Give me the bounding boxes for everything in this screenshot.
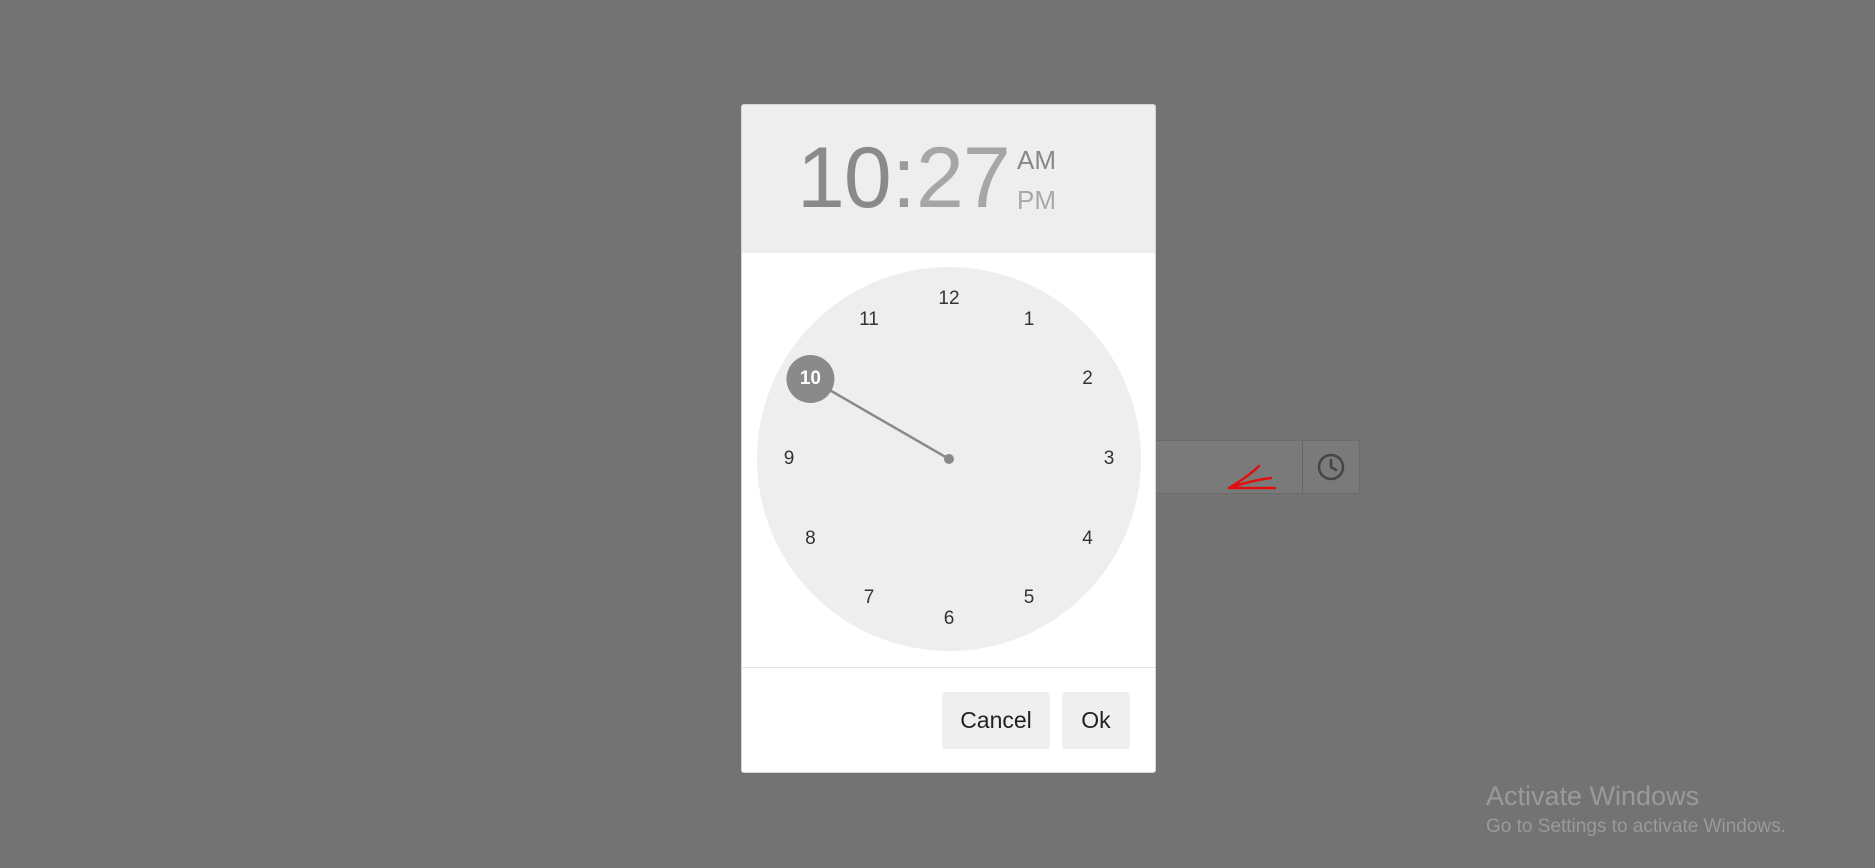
- clock-center-dot: [944, 454, 954, 464]
- minute-display[interactable]: 27: [916, 135, 1011, 221]
- clock-hour-2[interactable]: 2: [1068, 364, 1108, 394]
- am-toggle[interactable]: AM: [1017, 147, 1056, 173]
- watermark-subtitle: Go to Settings to activate Windows.: [1486, 816, 1786, 838]
- pm-toggle[interactable]: PM: [1017, 187, 1056, 213]
- clock-dial[interactable]: 12 1 2 3 4 5 6 7 8 9 10 11: [757, 267, 1141, 651]
- activate-windows-watermark: Activate Windows Go to Settings to activ…: [1486, 780, 1786, 841]
- clock-hour-5[interactable]: 5: [1009, 583, 1049, 613]
- time-display-header: 10 : 27 AM PM: [742, 105, 1155, 253]
- clock-hour-10[interactable]: 10: [790, 364, 830, 394]
- clock-hour-7[interactable]: 7: [849, 583, 889, 613]
- watermark-title: Activate Windows: [1486, 781, 1700, 811]
- clock-hour-12[interactable]: 12: [929, 284, 969, 314]
- time-separator: :: [892, 130, 916, 226]
- footer-divider: [742, 667, 1155, 668]
- clock-hour-9[interactable]: 9: [769, 444, 809, 474]
- clock-dial-graphic: [757, 267, 1141, 651]
- cancel-button[interactable]: Cancel: [942, 692, 1050, 749]
- hour-display[interactable]: 10: [797, 135, 892, 221]
- clock-hour-1[interactable]: 1: [1009, 305, 1049, 335]
- clock-hour-8[interactable]: 8: [790, 524, 830, 554]
- ok-button[interactable]: Ok: [1062, 692, 1130, 749]
- clock-icon: [1317, 453, 1345, 481]
- annotation-arrow-icon: [1227, 464, 1277, 490]
- clock-hour-3[interactable]: 3: [1089, 444, 1129, 474]
- time-picker-dialog: 10 : 27 AM PM 12 1 2 3 4 5 6 7 8 9 10 11 Cancel Ok: [741, 104, 1156, 773]
- clock-hour-11[interactable]: 11: [849, 305, 889, 335]
- clock-hour-4[interactable]: 4: [1068, 524, 1108, 554]
- clock-picker-button[interactable]: [1302, 441, 1359, 493]
- clock-hour-6[interactable]: 6: [929, 604, 969, 634]
